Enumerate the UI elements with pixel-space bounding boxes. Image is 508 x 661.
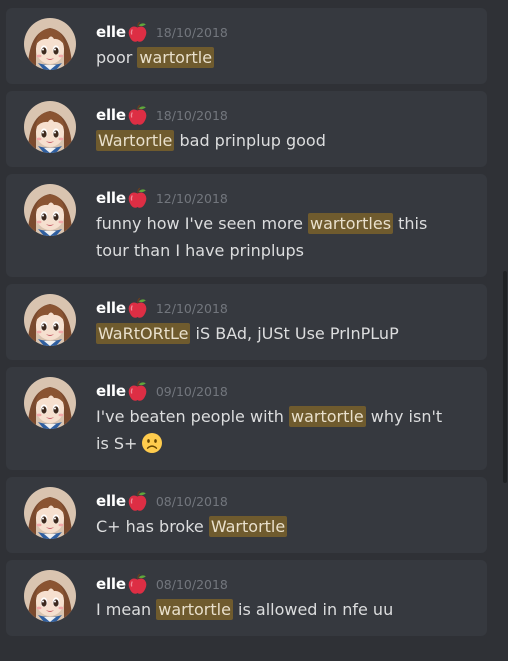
username[interactable]: elle: [96, 575, 126, 593]
message-text: is allowed in nfe uu: [232, 600, 394, 619]
username[interactable]: elle: [96, 382, 126, 400]
message-header: elle 12/10/2018: [96, 187, 457, 209]
user-avatar[interactable]: [24, 294, 76, 346]
apple-icon: [127, 21, 148, 43]
message-text: iS BAd, jUSt Use PrInPLuP: [190, 324, 399, 343]
username[interactable]: elle: [96, 106, 126, 124]
search-results-list: elle 18/10/2018 poor wartortle elle 18/1…: [0, 0, 508, 661]
search-result-message[interactable]: elle 18/10/2018 poor wartortle: [6, 8, 487, 84]
apple-icon: [127, 490, 148, 512]
message-header: elle 08/10/2018: [96, 573, 457, 595]
scrollbar-thumb[interactable]: [503, 271, 507, 483]
search-highlight: Wartortle: [96, 130, 175, 151]
search-result-message[interactable]: elle 18/10/2018 Wartortle bad prinplup g…: [6, 91, 487, 167]
timestamp: 08/10/2018: [155, 576, 228, 592]
search-result-message[interactable]: elle 12/10/2018 funny how I've seen more…: [6, 174, 487, 277]
user-avatar[interactable]: [24, 184, 76, 236]
message-content: I mean wartortle is allowed in nfe uu: [96, 596, 457, 623]
search-highlight: wartortles: [308, 213, 394, 234]
search-result-message[interactable]: elle 08/10/2018 C+ has broke Wartortle: [6, 477, 487, 553]
user-avatar[interactable]: [24, 377, 76, 429]
timestamp: 18/10/2018: [155, 24, 228, 40]
message-content: poor wartortle: [96, 44, 457, 71]
message-text: C+ has broke: [96, 517, 209, 536]
search-highlight: wartortle: [156, 599, 233, 620]
timestamp: 12/10/2018: [155, 300, 228, 316]
search-highlight: WaRtORtLe: [96, 323, 191, 344]
message-content: funny how I've seen more wartortles this…: [96, 210, 457, 264]
search-result-message[interactable]: elle 08/10/2018 I mean wartortle is allo…: [6, 560, 487, 636]
apple-icon: [127, 297, 148, 319]
message-header: elle 18/10/2018: [96, 21, 457, 43]
username[interactable]: elle: [96, 23, 126, 41]
frowning-face-emoji: [141, 432, 163, 454]
message-header: elle 09/10/2018: [96, 380, 457, 402]
message-content: I've beaten people with wartortle why is…: [96, 403, 457, 457]
search-highlight: Wartortle: [208, 516, 288, 537]
user-avatar[interactable]: [24, 570, 76, 622]
message-text: bad prinplup good: [174, 131, 326, 150]
apple-icon: [127, 187, 148, 209]
timestamp: 12/10/2018: [155, 190, 228, 206]
message-content: C+ has broke Wartortle: [96, 513, 457, 540]
message-header: elle 18/10/2018: [96, 104, 457, 126]
message-text: poor: [96, 48, 138, 67]
user-avatar[interactable]: [24, 101, 76, 153]
message-content: WaRtORtLe iS BAd, jUSt Use PrInPLuP: [96, 320, 457, 347]
timestamp: 18/10/2018: [155, 107, 228, 123]
message-text: funny how I've seen more: [96, 214, 309, 233]
message-header: elle 12/10/2018: [96, 297, 457, 319]
user-avatar[interactable]: [24, 487, 76, 539]
message-text: I've beaten people with: [96, 407, 290, 426]
search-result-message[interactable]: elle 09/10/2018 I've beaten people with …: [6, 367, 487, 470]
user-avatar[interactable]: [24, 18, 76, 70]
username[interactable]: elle: [96, 299, 126, 317]
message-header: elle 08/10/2018: [96, 490, 457, 512]
timestamp: 08/10/2018: [155, 493, 228, 509]
username[interactable]: elle: [96, 492, 126, 510]
message-content: Wartortle bad prinplup good: [96, 127, 457, 154]
message-text: I mean: [96, 600, 157, 619]
timestamp: 09/10/2018: [155, 383, 228, 399]
username[interactable]: elle: [96, 189, 126, 207]
apple-icon: [127, 380, 148, 402]
apple-icon: [127, 573, 148, 595]
apple-icon: [127, 104, 148, 126]
search-highlight: wartortle: [289, 406, 366, 427]
search-result-message[interactable]: elle 12/10/2018 WaRtORtLe iS BAd, jUSt U…: [6, 284, 487, 360]
search-highlight: wartortle: [137, 47, 215, 68]
